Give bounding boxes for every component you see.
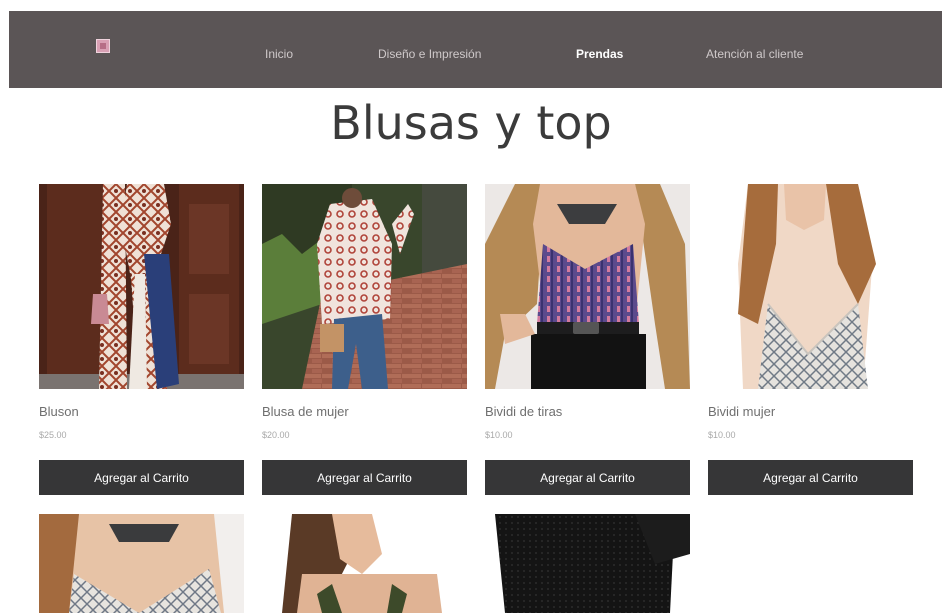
product-name[interactable]: Bividi de tiras — [485, 404, 562, 419]
nav-item-diseno-impresion[interactable]: Diseño e Impresión — [378, 47, 481, 61]
nav-item-inicio[interactable]: Inicio — [265, 47, 293, 61]
product-image[interactable] — [485, 514, 690, 613]
product-price: $10.00 — [708, 430, 736, 440]
product-name[interactable]: Bividi mujer — [708, 404, 775, 419]
product-card — [39, 514, 244, 613]
add-to-cart-button[interactable]: Agregar al Carrito — [708, 460, 913, 495]
product-image[interactable] — [39, 514, 244, 613]
product-image[interactable] — [262, 514, 467, 613]
shop-logo-icon[interactable] — [96, 39, 110, 53]
product-price: $25.00 — [39, 430, 67, 440]
page-title: Blusas y top — [330, 96, 612, 150]
product-image[interactable] — [39, 184, 244, 389]
nav-item-prendas[interactable]: Prendas — [576, 47, 623, 61]
add-to-cart-button[interactable]: Agregar al Carrito — [485, 460, 690, 495]
top-navbar: Inicio Diseño e Impresión Prendas Atenci… — [9, 11, 942, 88]
nav-item-atencion-cliente[interactable]: Atención al cliente — [706, 47, 803, 61]
product-price: $10.00 — [485, 430, 513, 440]
product-card — [262, 514, 467, 613]
add-to-cart-button[interactable]: Agregar al Carrito — [39, 460, 244, 495]
product-image[interactable] — [262, 184, 467, 389]
product-name[interactable]: Bluson — [39, 404, 79, 419]
product-card — [485, 514, 690, 613]
add-to-cart-button[interactable]: Agregar al Carrito — [262, 460, 467, 495]
product-name[interactable]: Blusa de mujer — [262, 404, 349, 419]
product-image[interactable] — [485, 184, 690, 389]
product-price: $20.00 — [262, 430, 290, 440]
product-image[interactable] — [708, 184, 913, 389]
